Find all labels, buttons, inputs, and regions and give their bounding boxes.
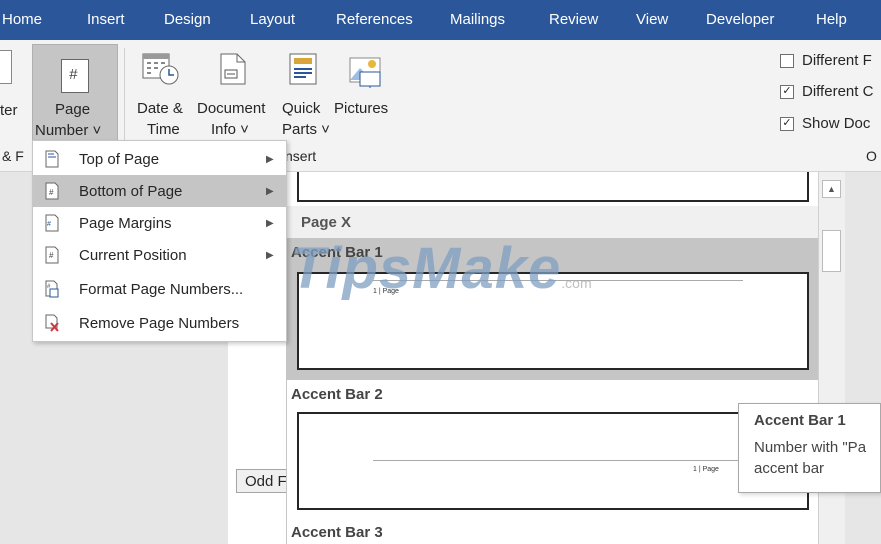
submenu-arrow-icon: ▶ [266, 249, 274, 261]
option-label: Show Doc [802, 115, 871, 132]
tab-review[interactable]: Review [549, 11, 598, 28]
gallery-section-header: Page X [287, 206, 818, 238]
quick-parts-button[interactable]: Quick Parts ˅ [280, 44, 330, 142]
scrollbar-thumb[interactable] [822, 230, 841, 272]
tab-insert[interactable]: Insert [87, 11, 125, 28]
watermark-logo: TipsMake.com [290, 236, 592, 301]
submenu-arrow-icon: ▶ [266, 153, 274, 165]
gallery-preview-prev[interactable] [297, 172, 809, 202]
menu-item-label: Remove Page Numbers [79, 314, 240, 332]
option-different-odd[interactable]: ✓ Different C [780, 83, 873, 100]
page-number-button[interactable]: # Page Number ˅ [32, 44, 118, 142]
page-margins-icon: # [45, 214, 59, 232]
tooltip-title: Accent Bar 1 [754, 412, 846, 429]
date-time-button[interactable]: Date & Time [133, 44, 195, 142]
document-info-icon [220, 53, 246, 85]
submenu-arrow-icon: ▶ [266, 185, 274, 197]
date-time-label-2: Time [147, 121, 180, 138]
footer-button-label[interactable]: ter [0, 102, 18, 119]
remove-page-numbers-icon [45, 314, 59, 332]
page-number-dropdown: Top of Page ▶ # Bottom of Page ▶ # Page … [32, 140, 287, 342]
format-page-numbers-icon: # [45, 280, 59, 298]
document-info-label-2: Info ˅ [211, 121, 249, 138]
checkbox-checked-icon[interactable]: ✓ [780, 116, 794, 131]
group-separator [124, 48, 125, 142]
tooltip-line-1: Number with "Pa [754, 439, 867, 456]
scroll-up-arrow-icon[interactable]: ▲ [822, 180, 841, 198]
preview-page-number: 1 | Page [693, 466, 719, 473]
pictures-button[interactable]: Pictures [332, 44, 398, 142]
tab-design[interactable]: Design [164, 11, 211, 28]
gallery-item-name: Accent Bar 2 [291, 386, 383, 403]
menu-item-bottom-of-page[interactable]: # Bottom of Page ▶ [33, 175, 286, 207]
svg-text:#: # [49, 188, 54, 197]
pictures-icon [349, 57, 381, 88]
current-position-icon: # [45, 246, 59, 264]
option-different-first[interactable]: Different F [780, 52, 872, 69]
menu-item-label: Format Page Numbers... [79, 280, 244, 298]
gallery-tooltip: Accent Bar 1 Number with "Pa accent bar [738, 403, 881, 493]
page-top-icon [45, 150, 59, 168]
document-info-button[interactable]: Document Info ˅ [195, 44, 275, 142]
ribbon-tab-bar: Home Insert Design Layout References Mai… [0, 0, 881, 40]
menu-item-top-of-page[interactable]: Top of Page ▶ [33, 143, 286, 175]
tooltip-line-2: accent bar [754, 460, 825, 477]
menu-item-current-position[interactable]: # Current Position ▶ [33, 239, 286, 271]
option-label: Different C [802, 83, 874, 100]
tab-help[interactable]: Help [816, 11, 847, 28]
section-header-label: Page X [301, 214, 352, 231]
pictures-label: Pictures [334, 100, 389, 117]
checkbox-checked-icon[interactable]: ✓ [780, 84, 794, 99]
menu-item-label: Current Position [79, 246, 187, 264]
calendar-clock-icon [142, 53, 179, 85]
date-time-label-1: Date & [137, 100, 183, 117]
menu-item-label: Top of Page [79, 150, 160, 168]
menu-item-label: Bottom of Page [79, 182, 183, 200]
page-number-label-2: Number ˅ [35, 122, 102, 139]
tab-layout[interactable]: Layout [250, 11, 295, 28]
gallery-item-preview: 1 | Page [297, 412, 809, 510]
svg-text:#: # [49, 251, 54, 260]
quick-parts-label-2: Parts ˅ [282, 121, 330, 138]
menu-item-format-page-numbers[interactable]: # Format Page Numbers... [33, 273, 286, 305]
option-show-document[interactable]: ✓ Show Doc [780, 115, 870, 132]
page-number-label-1: Page [55, 101, 91, 118]
menu-item-label: Page Margins [79, 214, 172, 232]
tab-mailings[interactable]: Mailings [450, 11, 505, 28]
menu-item-page-margins[interactable]: # Page Margins ▶ [33, 207, 286, 239]
tab-developer[interactable]: Developer [706, 11, 774, 28]
svg-text:#: # [47, 221, 51, 228]
page-bottom-icon: # [45, 182, 59, 200]
gallery-item-name: Accent Bar 3 [291, 524, 383, 541]
tab-view[interactable]: View [636, 11, 668, 28]
quick-parts-icon [289, 53, 317, 85]
footer-icon[interactable] [0, 50, 12, 84]
group-label-insert: nsert [285, 148, 317, 164]
quick-parts-label-1: Quick [282, 100, 321, 117]
tab-references[interactable]: References [336, 11, 413, 28]
menu-item-remove-page-numbers[interactable]: Remove Page Numbers [33, 307, 286, 339]
group-label-options: O [866, 148, 877, 164]
document-info-label-1: Document [197, 100, 266, 117]
page-number-icon: # [61, 59, 89, 93]
gallery-item-accent-bar-3[interactable]: Accent Bar 3 [287, 520, 818, 544]
group-label-header-footer: & F [2, 148, 24, 164]
tab-home[interactable]: Home [2, 11, 42, 28]
submenu-arrow-icon: ▶ [266, 217, 274, 229]
checkbox-unchecked-icon[interactable] [780, 53, 794, 68]
preview-accent-line [373, 460, 743, 461]
option-label: Different F [802, 52, 872, 69]
